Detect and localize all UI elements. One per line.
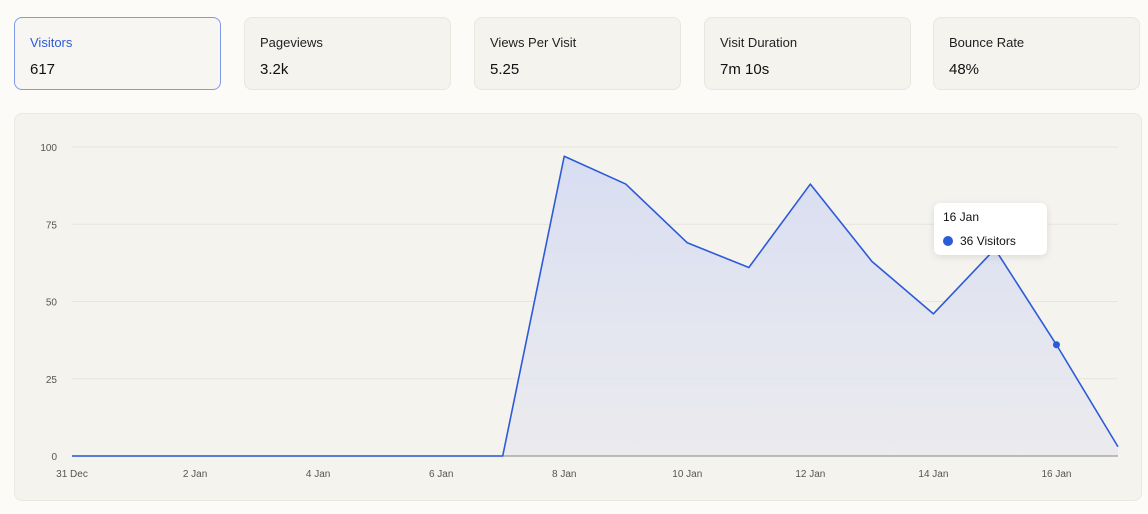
x-tick-label: 12 Jan xyxy=(795,469,825,480)
data-point[interactable] xyxy=(377,453,383,459)
x-tick-label: 2 Jan xyxy=(183,469,207,480)
stat-card-visit-duration[interactable]: Visit Duration 7m 10s xyxy=(704,17,911,90)
tooltip-series-dot xyxy=(943,236,953,246)
data-point[interactable] xyxy=(131,453,137,459)
chart-tooltip: 16 Jan 36 Visitors xyxy=(934,203,1047,255)
visitors-chart[interactable]: 0 25 50 75 100 31 Dec 2 Jan 4 Jan 6 Jan 8 Jan 10 J… xyxy=(14,113,1142,501)
chart-canvas[interactable]: 0 25 50 75 100 31 Dec 2 Jan 4 Jan 6 Jan 8 Jan 10 J… xyxy=(15,114,1143,502)
stat-label: Views Per Visit xyxy=(490,35,577,50)
y-tick-label: 75 xyxy=(46,220,58,231)
data-point[interactable] xyxy=(746,265,752,271)
stat-card-bounce-rate[interactable]: Bounce Rate 48% xyxy=(933,17,1140,90)
tooltip-date: 16 Jan xyxy=(943,210,980,224)
y-tick-label: 50 xyxy=(46,298,58,309)
tooltip-value: 36 Visitors xyxy=(960,234,1016,248)
data-point[interactable] xyxy=(807,181,813,187)
data-point[interactable] xyxy=(192,453,198,459)
data-point[interactable] xyxy=(561,153,567,159)
data-point[interactable] xyxy=(1115,444,1121,450)
x-tick-label: 16 Jan xyxy=(1041,469,1071,480)
stat-value: 48% xyxy=(949,61,980,78)
x-tick-label: 14 Jan xyxy=(918,469,948,480)
stat-label: Visitors xyxy=(30,35,73,50)
stat-label: Bounce Rate xyxy=(949,35,1025,50)
x-tick-label: 10 Jan xyxy=(672,469,702,480)
data-point[interactable] xyxy=(930,311,936,317)
stat-value: 3.2k xyxy=(260,61,289,78)
data-point[interactable] xyxy=(500,453,506,459)
x-tick-label: 4 Jan xyxy=(306,469,330,480)
highlighted-data-point[interactable] xyxy=(1052,341,1060,349)
stat-label: Visit Duration xyxy=(720,35,798,50)
data-point[interactable] xyxy=(869,258,875,264)
data-point[interactable] xyxy=(438,453,444,459)
stat-card-visitors[interactable]: Visitors 617 xyxy=(14,17,221,90)
data-point[interactable] xyxy=(69,453,75,459)
data-point[interactable] xyxy=(315,453,321,459)
stat-value: 617 xyxy=(30,61,56,78)
y-tick-label: 25 xyxy=(46,375,58,386)
stat-card-views-per-visit[interactable]: Views Per Visit 5.25 xyxy=(474,17,681,90)
x-tick-label: 31 Dec xyxy=(56,469,88,480)
series-area-visitors xyxy=(72,156,1118,456)
tooltip-count: 36 xyxy=(960,234,974,248)
y-tick-label: 100 xyxy=(40,143,57,154)
x-tick-label: 8 Jan xyxy=(552,469,576,480)
stat-value: 7m 10s xyxy=(720,61,770,78)
y-tick-label: 0 xyxy=(51,452,57,463)
data-point[interactable] xyxy=(684,240,690,246)
x-tick-label: 6 Jan xyxy=(429,469,453,480)
data-point[interactable] xyxy=(254,453,260,459)
stat-card-pageviews[interactable]: Pageviews 3.2k xyxy=(244,17,451,90)
stat-value: 5.25 xyxy=(490,61,520,78)
data-point[interactable] xyxy=(623,181,629,187)
stat-label: Pageviews xyxy=(260,35,323,50)
tooltip-unit: Visitors xyxy=(976,234,1016,248)
